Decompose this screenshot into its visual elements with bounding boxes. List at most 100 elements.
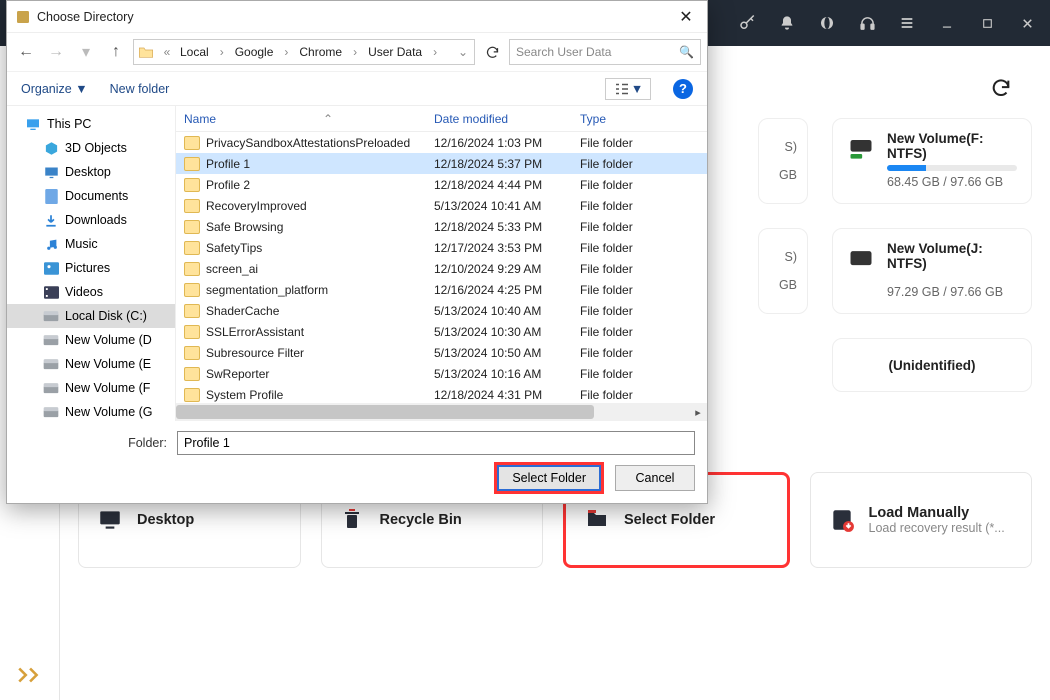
window-maximize[interactable] xyxy=(970,6,1004,40)
music-icon xyxy=(43,236,59,252)
disk-icon xyxy=(43,356,59,372)
window-minimize[interactable] xyxy=(930,6,964,40)
tree-item[interactable]: Documents xyxy=(7,184,175,208)
tree-item[interactable]: Local Disk (C:) xyxy=(7,304,175,328)
ssd-icon xyxy=(847,133,875,161)
table-row[interactable]: SSLErrorAssistant5/13/2024 10:30 AMFile … xyxy=(176,321,707,342)
table-row[interactable]: segmentation_platform12/16/2024 4:25 PMF… xyxy=(176,279,707,300)
table-row[interactable]: System Profile12/18/2024 4:31 PMFile fol… xyxy=(176,384,707,403)
choose-directory-dialog: Choose Directory ✕ ← → ▾ ↑ « Local› Goog… xyxy=(6,0,708,504)
table-row[interactable]: ShaderCache5/13/2024 10:40 AMFile folder xyxy=(176,300,707,321)
volume-card-partial: S)GB xyxy=(758,118,808,204)
down-icon xyxy=(43,212,59,228)
tree-item[interactable]: New Volume (E xyxy=(7,352,175,376)
tree-item[interactable]: Music xyxy=(7,232,175,256)
file-list: PrivacySandboxAttestationsPreloaded12/16… xyxy=(176,132,707,403)
hdd-icon xyxy=(847,243,875,271)
h-scrollbar[interactable]: ◂▸ xyxy=(176,403,707,421)
list-header[interactable]: Name⌃ Date modified Type xyxy=(176,106,707,132)
volume-card-partial: S)GB xyxy=(758,228,808,314)
dialog-icon xyxy=(15,9,31,25)
desktop-icon xyxy=(97,507,123,533)
breadcrumb[interactable]: « Local› Google› Chrome› User Data› ⌄ xyxy=(133,39,475,65)
load-icon xyxy=(829,507,855,533)
folder-icon xyxy=(184,136,200,150)
organize-menu[interactable]: Organize ▼ xyxy=(21,82,88,96)
refresh-icon[interactable] xyxy=(990,77,1018,105)
tree-item[interactable]: Videos xyxy=(7,280,175,304)
globe-icon[interactable] xyxy=(810,6,844,40)
nav-recent[interactable]: ▾ xyxy=(73,39,99,65)
unidentified-card[interactable]: (Unidentified) xyxy=(832,338,1032,392)
select-folder-button[interactable]: Select Folder xyxy=(497,465,601,491)
folder-icon xyxy=(184,367,200,381)
disk-icon xyxy=(43,404,59,420)
help-button[interactable]: ? xyxy=(673,79,693,99)
table-row[interactable]: RecoveryImproved5/13/2024 10:41 AMFile f… xyxy=(176,195,707,216)
view-mode-button[interactable]: ▼ xyxy=(605,78,651,100)
action-load-manually[interactable]: Load Manually Load recovery result (*... xyxy=(810,472,1033,568)
cancel-button[interactable]: Cancel xyxy=(615,465,695,491)
folder-icon xyxy=(184,220,200,234)
tree-item[interactable]: This PC xyxy=(7,112,175,136)
folder-icon xyxy=(184,388,200,402)
window-close[interactable] xyxy=(1010,6,1044,40)
video-icon xyxy=(43,284,59,300)
volume-card-j[interactable]: New Volume(J: NTFS) 97.29 GB / 97.66 GB xyxy=(832,228,1032,314)
headset-icon[interactable] xyxy=(850,6,884,40)
table-row[interactable]: Profile 112/18/2024 5:37 PMFile folder xyxy=(176,153,707,174)
dialog-title: Choose Directory xyxy=(37,10,673,24)
table-row[interactable]: PrivacySandboxAttestationsPreloaded12/16… xyxy=(176,132,707,153)
table-row[interactable]: screen_ai12/10/2024 9:29 AMFile folder xyxy=(176,258,707,279)
tree-item[interactable]: New Volume (G xyxy=(7,400,175,421)
chevron-down-icon[interactable]: ⌄ xyxy=(456,45,470,59)
table-row[interactable]: SafetyTips12/17/2024 3:53 PMFile folder xyxy=(176,237,707,258)
volume-usage: 97.29 GB / 97.66 GB xyxy=(887,285,1017,299)
search-icon: 🔍 xyxy=(679,45,694,59)
volume-card-f[interactable]: New Volume(F: NTFS) 68.45 GB / 97.66 GB xyxy=(832,118,1032,204)
key-icon[interactable] xyxy=(730,6,764,40)
new-folder-button[interactable]: New folder xyxy=(110,82,170,96)
3d-icon xyxy=(43,140,59,156)
menu-icon[interactable] xyxy=(890,6,924,40)
tree-item[interactable]: 3D Objects xyxy=(7,136,175,160)
table-row[interactable]: Profile 212/18/2024 4:44 PMFile folder xyxy=(176,174,707,195)
dialog-close[interactable]: ✕ xyxy=(673,4,699,30)
tree-item[interactable]: Desktop xyxy=(7,160,175,184)
table-row[interactable]: Safe Browsing12/18/2024 5:33 PMFile fold… xyxy=(176,216,707,237)
pc-icon xyxy=(25,116,41,132)
folder-label: Folder: xyxy=(19,436,167,450)
nav-tree: This PC3D ObjectsDesktopDocumentsDownloa… xyxy=(7,106,175,421)
volume-name: New Volume(J: NTFS) xyxy=(887,241,1017,271)
folder-open-icon xyxy=(584,507,610,533)
table-row[interactable]: SwReporter5/13/2024 10:16 AMFile folder xyxy=(176,363,707,384)
nav-up[interactable]: ↑ xyxy=(103,39,129,65)
tree-item[interactable]: New Volume (D xyxy=(7,328,175,352)
trash-icon xyxy=(340,507,366,533)
disk-icon xyxy=(43,308,59,324)
folder-icon xyxy=(184,325,200,339)
docs-icon xyxy=(43,188,59,204)
nav-back[interactable]: ← xyxy=(13,39,39,65)
tree-item[interactable]: New Volume (F xyxy=(7,376,175,400)
search-input[interactable]: Search User Data 🔍 xyxy=(509,39,701,65)
table-row[interactable]: Subresource Filter5/13/2024 10:50 AMFile… xyxy=(176,342,707,363)
tree-item[interactable]: Downloads xyxy=(7,208,175,232)
pics-icon xyxy=(43,260,59,276)
desktop-icon xyxy=(43,164,59,180)
folder-icon xyxy=(184,199,200,213)
sidebar-expand-icon[interactable] xyxy=(16,666,44,686)
folder-input[interactable] xyxy=(177,431,695,455)
folder-icon xyxy=(184,283,200,297)
disk-icon xyxy=(43,332,59,348)
folder-icon xyxy=(184,304,200,318)
folder-icon xyxy=(184,346,200,360)
bell-icon[interactable] xyxy=(770,6,804,40)
disk-icon xyxy=(43,380,59,396)
nav-refresh[interactable] xyxy=(479,39,505,65)
folder-icon xyxy=(184,157,200,171)
folder-icon xyxy=(184,241,200,255)
tree-item[interactable]: Pictures xyxy=(7,256,175,280)
folder-icon xyxy=(138,45,154,59)
volume-usage: 68.45 GB / 97.66 GB xyxy=(887,175,1017,189)
